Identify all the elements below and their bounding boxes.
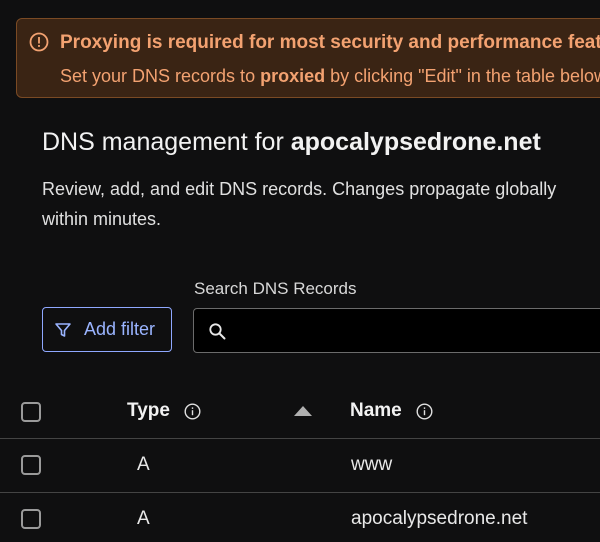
row-name: apocalypsedrone.net <box>351 508 528 529</box>
dns-management-page: Proxying is required for most security a… <box>0 0 600 542</box>
row-checkbox[interactable] <box>21 509 41 529</box>
add-filter-label: Add filter <box>84 319 156 339</box>
row-type: A <box>137 508 150 529</box>
select-all-checkbox[interactable] <box>21 402 41 422</box>
search-box[interactable] <box>193 308 600 353</box>
add-filter-button[interactable]: Add filter <box>42 307 172 352</box>
column-header-type[interactable]: Type <box>127 400 170 422</box>
sort-ascending-icon[interactable] <box>294 406 312 416</box>
page-title: DNS management for apocalypsedrone.net <box>42 128 541 157</box>
page-title-prefix: DNS management for <box>42 128 291 156</box>
banner-body-prefix: Set your DNS records to <box>60 66 261 86</box>
row-type: A <box>137 454 150 475</box>
row-name: www <box>351 454 393 475</box>
page-description: Review, add, and edit DNS records. Chang… <box>42 174 600 234</box>
table-row[interactable]: A apocalypsedrone.net <box>0 492 600 542</box>
search-icon <box>209 323 226 340</box>
banner-body-suffix: by clicking "Edit" in the table below <box>325 66 600 86</box>
banner-body: Set your DNS records to proxied by click… <box>60 66 600 87</box>
search-label: Search DNS Records <box>194 279 357 298</box>
banner-title: Proxying is required for most security a… <box>60 32 600 53</box>
description-line-2: within minutes. <box>42 209 162 229</box>
row-checkbox[interactable] <box>21 455 41 475</box>
filter-icon <box>55 322 71 337</box>
description-line-1: Review, add, and edit DNS records. Chang… <box>42 179 557 199</box>
proxy-warning-banner: Proxying is required for most security a… <box>16 18 600 98</box>
name-info-icon[interactable] <box>416 403 433 420</box>
table-header: Type Name <box>0 384 600 439</box>
search-input[interactable] <box>238 315 600 348</box>
banner-body-bold: proxied <box>260 66 326 86</box>
table-row[interactable]: A www <box>0 438 600 493</box>
page-title-domain: apocalypsedrone.net <box>290 128 541 156</box>
type-info-icon[interactable] <box>184 403 201 420</box>
warning-icon <box>29 32 49 52</box>
column-header-name[interactable]: Name <box>350 400 402 422</box>
